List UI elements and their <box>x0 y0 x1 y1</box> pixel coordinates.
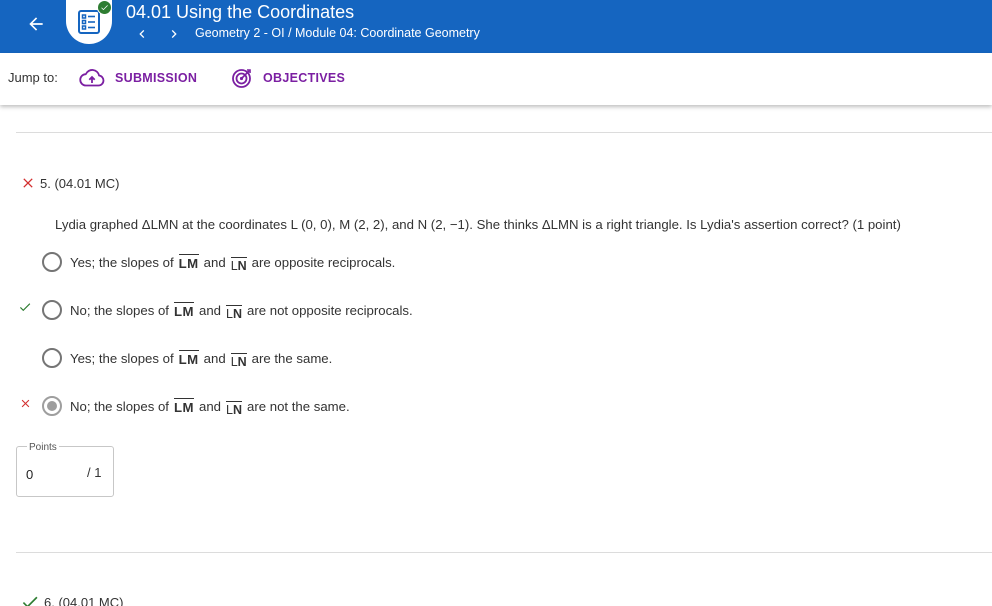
segment-ln: LN <box>226 401 243 417</box>
back-arrow-icon[interactable] <box>22 10 50 38</box>
question-number: 6. (04.01 MC) <box>44 594 124 606</box>
question-number: 5. (04.01 MC) <box>40 175 120 191</box>
segment-lm: LM <box>178 350 199 367</box>
breadcrumb[interactable]: Geometry 2 - OI / Module 04: Coordinate … <box>195 25 480 41</box>
previous-lesson-chevron-icon[interactable] <box>132 24 152 44</box>
answer-option[interactable]: No; the slopes of LM and LN are not oppo… <box>42 298 413 322</box>
option-conjunction: and <box>199 302 222 318</box>
segment-letter-n: N <box>232 307 243 321</box>
top-app-bar: 04.01 Using the Coordinates Geometry 2 -… <box>0 0 992 53</box>
correct-answer-check-icon <box>18 300 32 314</box>
incorrect-answer-x-icon <box>18 396 32 410</box>
segment-letter-l: L <box>230 355 238 369</box>
option-text: No; the slopes of LM and LN are not oppo… <box>70 302 413 321</box>
option-prefix: No; the slopes of <box>70 302 169 318</box>
objectives-label: OBJECTIVES <box>263 71 346 85</box>
option-suffix: are not the same. <box>247 398 350 414</box>
segment-letter-l: L <box>230 259 238 273</box>
radio-button-selected[interactable] <box>42 396 62 416</box>
radio-button[interactable] <box>42 300 62 320</box>
incorrect-x-icon <box>23 178 33 188</box>
option-text: No; the slopes of LM and LN are not the … <box>70 398 350 417</box>
page-title: 04.01 Using the Coordinates <box>126 2 355 22</box>
checklist-icon <box>78 10 100 34</box>
submission-label: SUBMISSION <box>115 71 198 85</box>
answer-option[interactable]: Yes; the slopes of LM and LN are opposit… <box>42 250 395 274</box>
question-text: Lydia graphed ΔLMN at the coordinates L … <box>55 217 901 232</box>
segment-letter-l: L <box>226 307 233 321</box>
segment-lm: LM <box>173 398 195 415</box>
option-prefix: No; the slopes of <box>70 398 169 414</box>
jump-to-bar: Jump to: SUBMISSION OBJECTIVES <box>0 53 992 105</box>
answer-option[interactable]: Yes; the slopes of LM and LN are the sam… <box>42 346 332 370</box>
option-conjunction: and <box>203 254 226 270</box>
section-divider <box>16 552 992 553</box>
option-suffix: are not opposite reciprocals. <box>247 302 413 318</box>
answer-option-selected[interactable]: No; the slopes of LM and LN are not the … <box>42 394 350 418</box>
completed-check-icon <box>97 0 112 15</box>
segment-letter-n: N <box>232 403 243 417</box>
question-header: 6. (04.01 MC) <box>20 592 123 606</box>
segment-letter-l: L <box>226 403 233 417</box>
segment-letter-n: N <box>237 259 247 273</box>
submission-link[interactable]: SUBMISSION <box>79 65 197 91</box>
segment-letter-n: N <box>237 355 247 369</box>
next-lesson-chevron-icon[interactable] <box>164 24 184 44</box>
segment-ln: LN <box>230 353 247 369</box>
segment-lm: LM <box>178 254 199 271</box>
points-input[interactable] <box>26 467 76 482</box>
option-suffix: are opposite reciprocals. <box>251 254 396 270</box>
points-label: Points <box>27 442 59 453</box>
option-prefix: Yes; the slopes of <box>70 254 174 270</box>
option-conjunction: and <box>203 350 226 366</box>
option-prefix: Yes; the slopes of <box>70 350 174 366</box>
points-max: / 1 <box>87 465 102 480</box>
target-icon <box>232 69 251 88</box>
points-field[interactable]: / 1 <box>16 446 114 497</box>
segment-lm: LM <box>173 302 195 319</box>
radio-button[interactable] <box>42 252 62 272</box>
cloud-upload-icon <box>79 69 105 87</box>
radio-button[interactable] <box>42 348 62 368</box>
correct-check-icon <box>22 596 38 606</box>
segment-ln: LN <box>230 257 247 273</box>
option-text: Yes; the slopes of LM and LN are the sam… <box>70 350 333 369</box>
option-suffix: are the same. <box>251 350 333 366</box>
section-divider <box>16 132 992 133</box>
objectives-link[interactable]: OBJECTIVES <box>231 65 345 91</box>
question-header: 5. (04.01 MC) <box>20 175 119 191</box>
jump-to-label: Jump to: <box>8 70 58 85</box>
option-conjunction: and <box>199 398 222 414</box>
option-text: Yes; the slopes of LM and LN are opposit… <box>70 254 396 273</box>
segment-ln: LN <box>226 305 243 321</box>
